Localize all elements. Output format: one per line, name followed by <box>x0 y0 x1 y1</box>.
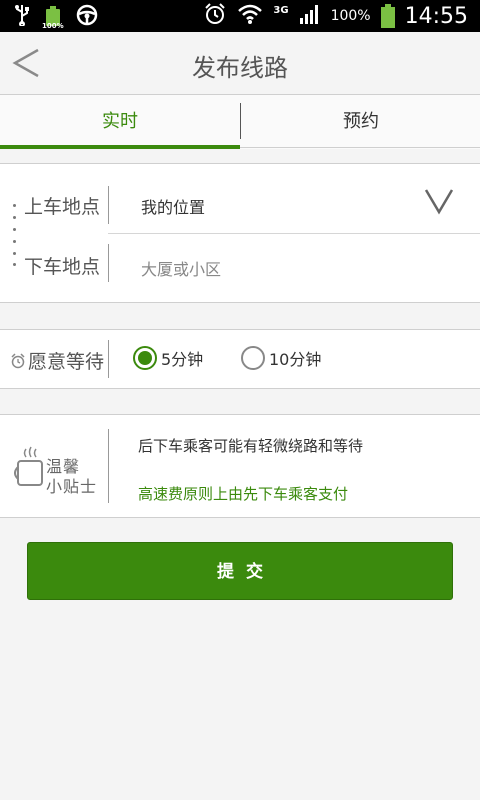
pickup-label: 上车地点 <box>24 196 101 218</box>
wait-label-group: 愿意等待 <box>10 347 104 374</box>
dropoff-divider <box>108 244 109 282</box>
wait-card: 愿意等待 5分钟 10分钟 <box>0 329 480 389</box>
submit-button[interactable]: 提交 <box>27 542 453 600</box>
dropoff-label: 下车地点 <box>24 256 101 278</box>
route-dot <box>13 216 16 219</box>
page-title: 发布线路 <box>192 54 288 82</box>
tips-title-line2: 小贴士 <box>46 477 98 496</box>
alarm-icon <box>203 2 227 30</box>
wait-divider <box>108 340 109 378</box>
pickup-dropdown-button[interactable] <box>424 186 454 216</box>
status-left: 100% <box>14 4 98 30</box>
wait-label: 愿意等待 <box>28 351 105 373</box>
tips-divider <box>108 429 109 503</box>
tab-underline <box>240 147 480 148</box>
steering-wheel-icon <box>76 4 98 30</box>
chevron-down-icon <box>424 189 454 215</box>
dropoff-input[interactable]: 大厦或小区 <box>141 256 221 280</box>
radio-selected-icon <box>133 346 157 370</box>
signal-icon <box>299 4 321 28</box>
clock: 14:55 <box>404 3 468 29</box>
route-dot <box>13 252 16 255</box>
status-bar: 100% 3G 100% 14:55 <box>0 0 480 32</box>
tip-detour-text: 后下车乘客可能有轻微绕路和等待 <box>138 437 364 455</box>
wait-option-label: 10分钟 <box>269 350 322 369</box>
route-separator <box>108 233 480 234</box>
tab-realtime[interactable]: 实时 <box>0 95 240 145</box>
route-dot <box>13 228 16 231</box>
wifi-icon <box>237 3 263 29</box>
tips-card: 温馨 小贴士 后下车乘客可能有轻微绕路和等待 高速费原则上由先下车乘客支付 <box>0 414 480 518</box>
usb-icon <box>14 4 30 30</box>
route-dot <box>13 263 16 266</box>
alarm-clock-icon <box>11 352 25 368</box>
title-bar: 发布线路 <box>0 32 480 95</box>
tab-bar: 实时 预约 <box>0 95 480 149</box>
battery-percent: 100% <box>330 8 371 24</box>
wait-option-label: 5分钟 <box>161 350 204 369</box>
wait-option-10min[interactable]: 10分钟 <box>241 346 321 370</box>
pickup-divider <box>108 186 109 224</box>
battery-notification-icon: 100% <box>42 6 64 30</box>
network-type-label: 3G <box>273 4 289 16</box>
route-dot <box>13 204 16 207</box>
tab-active-indicator <box>0 145 240 149</box>
tab-booking[interactable]: 预约 <box>241 95 480 145</box>
tip-toll-text: 高速费原则上由先下车乘客支付 <box>138 485 349 503</box>
route-card: 上车地点 我的位置 下车地点 大厦或小区 <box>0 163 480 303</box>
tea-cup-icon <box>14 445 48 489</box>
status-right: 3G 100% 14:55 <box>203 2 468 30</box>
route-dot <box>13 240 16 243</box>
wait-option-5min[interactable]: 5分钟 <box>133 346 203 370</box>
battery-icon <box>380 4 395 28</box>
radio-unselected-icon <box>241 346 265 370</box>
pickup-input[interactable]: 我的位置 <box>141 194 205 218</box>
